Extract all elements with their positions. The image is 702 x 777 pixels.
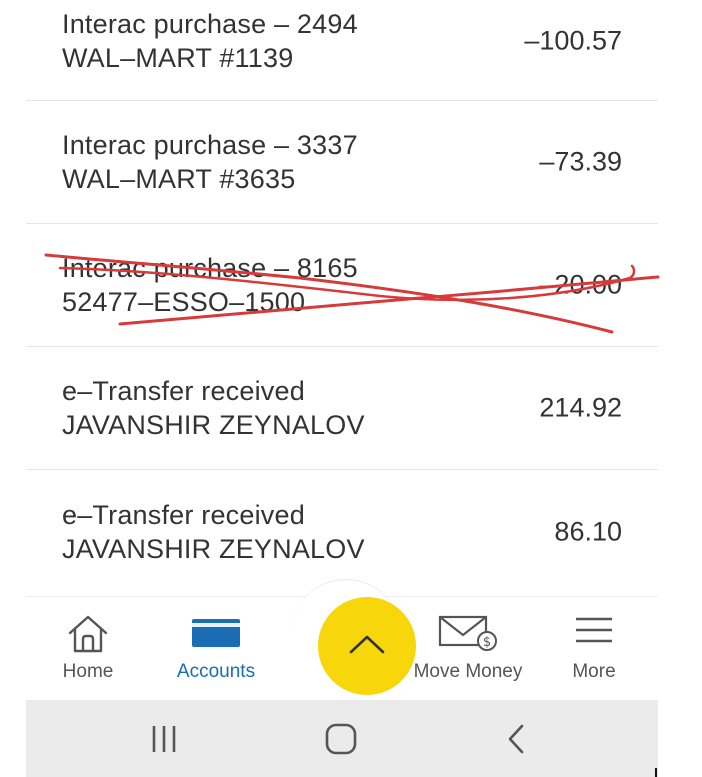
nav-home-label: Home [62, 661, 114, 682]
transaction-amount: 214.92 [539, 392, 622, 423]
transaction-merchant: WAL–MART #1139 [62, 43, 294, 73]
transaction-description: Interac purchase – 2494 WAL–MART #1139 [62, 7, 358, 75]
nav-accounts-label: Accounts [176, 661, 256, 682]
transaction-row[interactable]: Interac purchase – 2494 WAL–MART #1139 –… [26, 0, 658, 101]
chevron-up-icon [347, 632, 387, 661]
transaction-description: Interac purchase – 3337 WAL–MART #3635 [62, 128, 358, 196]
transaction-description: e–Transfer received JAVANSHIR ZEYNALOV [62, 498, 365, 566]
transaction-title: e–Transfer received [62, 499, 305, 530]
transaction-merchant: WAL–MART #3635 [62, 164, 296, 194]
transaction-title: e–Transfer received [62, 376, 305, 406]
nav-move-money[interactable]: $ Move Money [406, 597, 530, 701]
transaction-amount: –73.39 [539, 146, 622, 177]
transaction-title: Interac purchase – 2494 [62, 9, 358, 39]
transaction-row[interactable]: Interac purchase – 8165 52477–ESSO–1500 … [26, 224, 658, 347]
recents-icon[interactable] [150, 722, 180, 756]
transaction-merchant: 52477–ESSO–1500 [62, 287, 306, 317]
bottom-navigation: Home Accounts $ Move Money More [26, 579, 658, 701]
nav-more[interactable]: More [560, 597, 628, 701]
transaction-merchant: JAVANSHIR ZEYNALOV [62, 410, 365, 440]
transaction-row[interactable]: e–Transfer received JAVANSHIR ZEYNALOV 2… [26, 347, 658, 470]
home-button-icon[interactable] [324, 722, 358, 756]
back-icon[interactable] [504, 722, 530, 756]
transaction-amount: 86.10 [554, 516, 622, 546]
quick-action-button[interactable] [318, 597, 416, 695]
transaction-amount: –100.57 [524, 25, 622, 56]
hamburger-menu-icon [574, 613, 614, 652]
nav-move-money-label: Move Money [413, 661, 523, 682]
transaction-row[interactable]: Interac purchase – 3337 WAL–MART #3635 –… [26, 101, 658, 224]
transaction-list: Interac purchase – 2494 WAL–MART #1139 –… [26, 0, 658, 593]
system-navigation-bar [26, 700, 658, 777]
transaction-description: e–Transfer received JAVANSHIR ZEYNALOV [62, 374, 365, 442]
transaction-title: Interac purchase – 3337 [62, 130, 358, 160]
card-icon [191, 613, 241, 654]
edge-mark [655, 768, 657, 777]
transaction-title: Interac purchase – 8165 [62, 253, 358, 283]
envelope-dollar-icon: $ [437, 613, 499, 656]
home-icon [66, 613, 110, 660]
nav-more-label: More [572, 661, 616, 682]
nav-home[interactable]: Home [50, 597, 126, 701]
transaction-description: Interac purchase – 8165 52477–ESSO–1500 [62, 251, 358, 319]
nav-accounts[interactable]: Accounts [166, 597, 266, 701]
transaction-merchant: JAVANSHIR ZEYNALOV [62, 533, 365, 564]
svg-text:$: $ [483, 635, 491, 650]
transaction-row[interactable]: e–Transfer received JAVANSHIR ZEYNALOV 8… [26, 470, 658, 593]
transaction-amount: –20.00 [539, 269, 622, 300]
